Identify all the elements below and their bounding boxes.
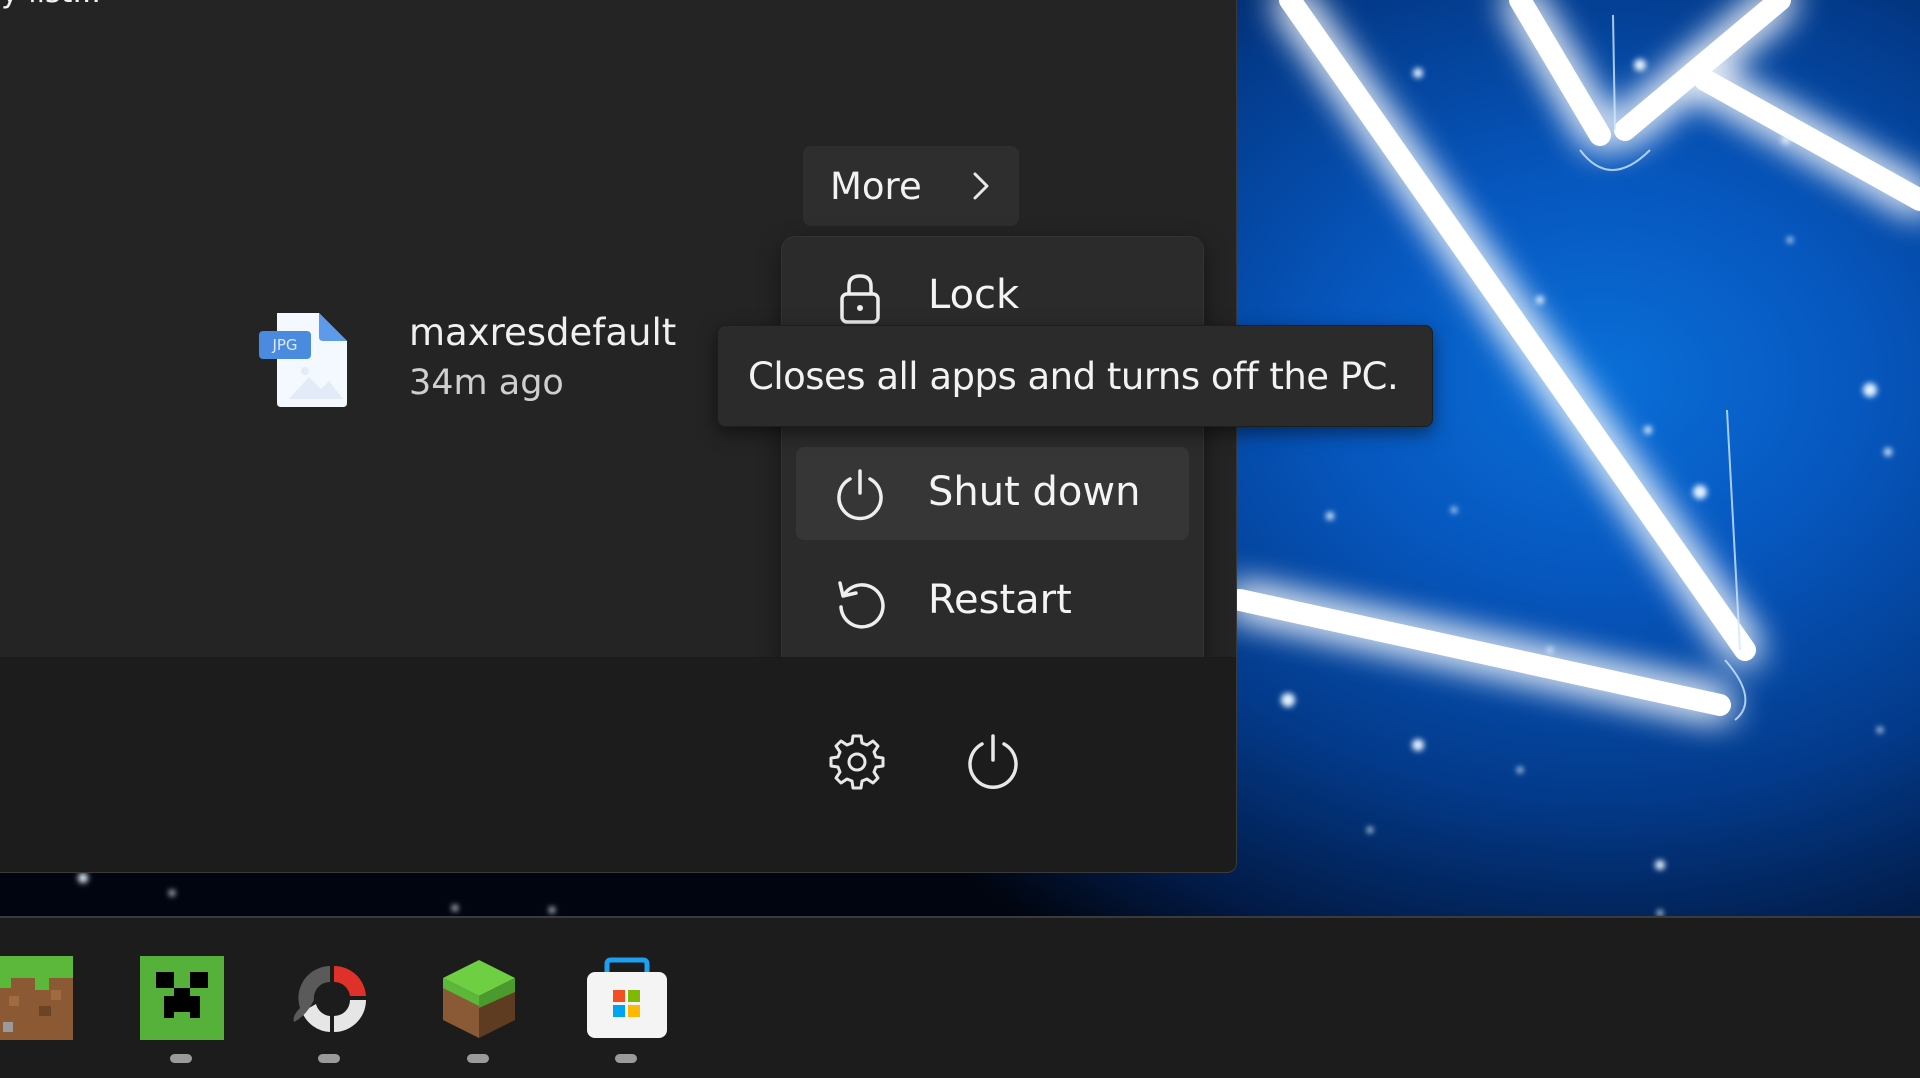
chevron-right-icon xyxy=(973,172,989,200)
running-indicator xyxy=(615,1054,637,1063)
lock-icon xyxy=(840,274,880,324)
running-indicator xyxy=(318,1054,340,1063)
running-indicator xyxy=(467,1054,489,1063)
running-indicator xyxy=(170,1054,192,1063)
gear-icon[interactable] xyxy=(827,732,887,792)
recent-file-item[interactable]: JPG maxresdefault 34m ago xyxy=(259,311,699,411)
menu-item-shut-down[interactable]: Shut down xyxy=(796,447,1189,540)
power-icon[interactable] xyxy=(963,732,1023,792)
more-button-label: More xyxy=(830,164,922,208)
restart-icon xyxy=(838,581,885,629)
start-menu-footer xyxy=(0,657,1236,872)
recent-file-name: maxresdefault xyxy=(409,311,677,354)
power-options-menu: Lock Sleep Shut down Restart xyxy=(781,236,1204,671)
menu-item-label: Shut down xyxy=(928,469,1141,515)
menu-item-label: Restart xyxy=(928,577,1072,623)
all-apps-list-text: y list... xyxy=(1,0,101,10)
svg-text:JPG: JPG xyxy=(271,336,297,354)
shut-down-tooltip: Closes all apps and turns off the PC. xyxy=(717,325,1433,427)
ring-app-icon[interactable] xyxy=(288,956,372,1040)
store-icon[interactable] xyxy=(585,956,669,1040)
jpg-file-icon: JPG xyxy=(259,313,347,407)
menu-item-restart[interactable]: Restart xyxy=(796,555,1189,648)
grass-cube-icon[interactable] xyxy=(437,956,521,1040)
power-icon xyxy=(837,469,883,521)
more-button[interactable]: More xyxy=(803,146,1019,226)
grass-block-icon[interactable] xyxy=(0,956,73,1040)
recent-file-time: 34m ago xyxy=(409,363,564,403)
menu-item-label: Lock xyxy=(928,272,1020,318)
start-menu: y list... JPG maxresdefault 34m ago More… xyxy=(0,0,1237,873)
creeper-icon[interactable] xyxy=(140,956,224,1040)
taskbar xyxy=(0,916,1920,1078)
tooltip-text: Closes all apps and turns off the PC. xyxy=(748,354,1399,398)
